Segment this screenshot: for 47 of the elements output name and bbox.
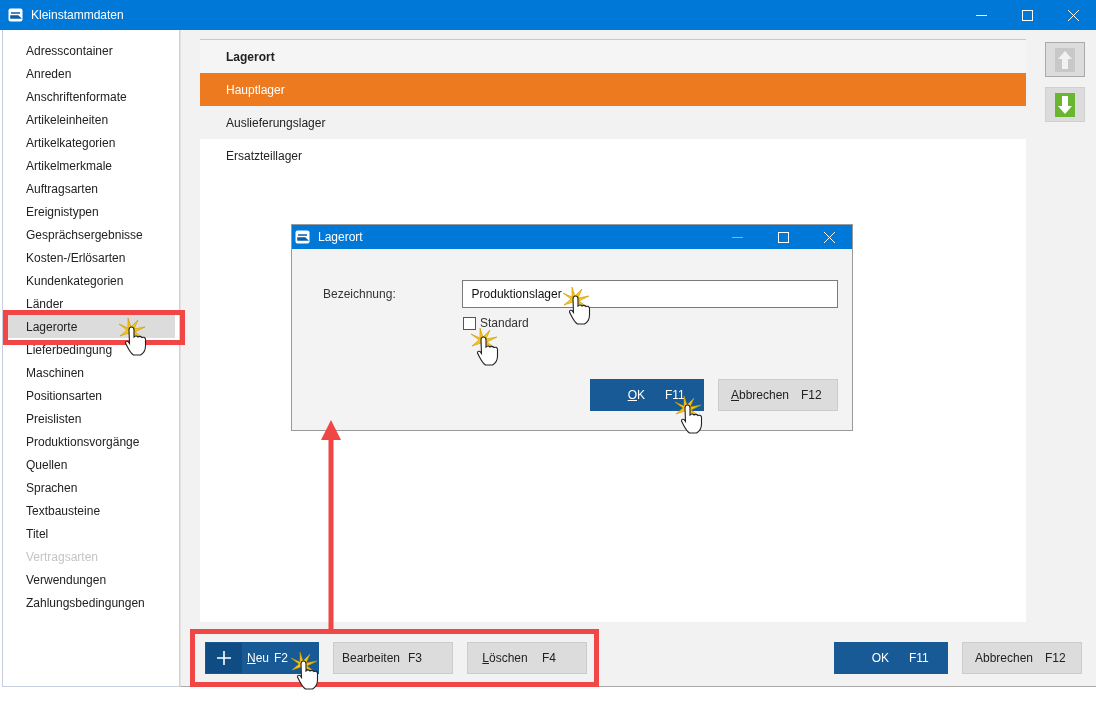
toolbar-button[interactable]: Löschen F4 bbox=[467, 642, 587, 674]
sidebar-item[interactable]: Produktionsvorgänge bbox=[3, 430, 175, 453]
sidebar-item[interactable]: Sprachen bbox=[3, 476, 175, 499]
sidebar-item[interactable]: Zahlungsbedingungen bbox=[3, 591, 175, 614]
ok-button[interactable]: OK F11 bbox=[590, 379, 704, 411]
sidebar-item[interactable]: Anschriftenformate bbox=[3, 85, 175, 108]
close-icon bbox=[823, 231, 835, 243]
app-icon bbox=[295, 230, 310, 244]
list-row[interactable]: Auslieferungslager bbox=[200, 106, 1026, 139]
ok-button[interactable]: OK F11 bbox=[834, 642, 948, 674]
sidebar-item[interactable]: Artikelmerkmale bbox=[3, 154, 175, 177]
checkbox[interactable] bbox=[463, 316, 476, 330]
cancel-button[interactable]: Abbrechen F12 bbox=[718, 379, 838, 411]
close-icon bbox=[1067, 9, 1079, 21]
sidebar-item[interactable]: Artikelkategorien bbox=[3, 131, 175, 154]
new-button[interactable]: Neu F2 bbox=[205, 642, 319, 674]
down-arrow-icon bbox=[1055, 92, 1075, 117]
sidebar-item[interactable]: Textbausteine bbox=[3, 499, 175, 522]
sidebar-item[interactable]: Auftragsarten bbox=[3, 177, 175, 200]
app-icon bbox=[8, 8, 23, 22]
column-header: Lagerort bbox=[200, 40, 1026, 73]
sidebar-item[interactable]: Anreden bbox=[3, 62, 175, 85]
up-arrow-icon bbox=[1055, 47, 1075, 72]
sidebar-item[interactable]: Positionsarten bbox=[3, 384, 175, 407]
sidebar-item[interactable]: Adresscontainer bbox=[3, 39, 175, 62]
sidebar-item[interactable]: Länder bbox=[3, 292, 175, 315]
sidebar-item[interactable]: Verwendungen bbox=[3, 568, 175, 591]
sidebar-item[interactable]: Ereignistypen bbox=[3, 200, 175, 223]
dialog-title: Lagerort bbox=[318, 230, 364, 244]
sidebar-item[interactable]: Titel bbox=[3, 522, 175, 545]
move-down-button[interactable] bbox=[1045, 87, 1085, 122]
sidebar-item[interactable]: Preislisten bbox=[3, 407, 175, 430]
sidebar-item[interactable]: Gesprächsergebnisse bbox=[3, 223, 175, 246]
window-title: Kleinstammdaten bbox=[31, 8, 125, 22]
name-input[interactable]: Produktionslager bbox=[461, 280, 838, 308]
sidebar-item[interactable]: Kundenkategorien bbox=[3, 269, 175, 292]
sidebar-item[interactable]: Quellen bbox=[3, 453, 175, 476]
plus-icon bbox=[217, 651, 231, 665]
maximize-icon bbox=[777, 231, 789, 243]
toolbar-button[interactable]: Bearbeiten F3 bbox=[333, 642, 453, 674]
sidebar-item[interactable]: Artikeleinheiten bbox=[3, 108, 175, 131]
maximize-icon bbox=[1021, 9, 1033, 21]
cancel-button[interactable]: Abbrechen F12 bbox=[962, 642, 1082, 674]
field-label: Bezeichnung: bbox=[323, 287, 397, 301]
sidebar-item[interactable]: Kosten-/Erlösarten bbox=[3, 246, 175, 269]
checkbox-label: Standard bbox=[480, 316, 529, 330]
sidebar-item[interactable]: Maschinen bbox=[3, 361, 175, 384]
